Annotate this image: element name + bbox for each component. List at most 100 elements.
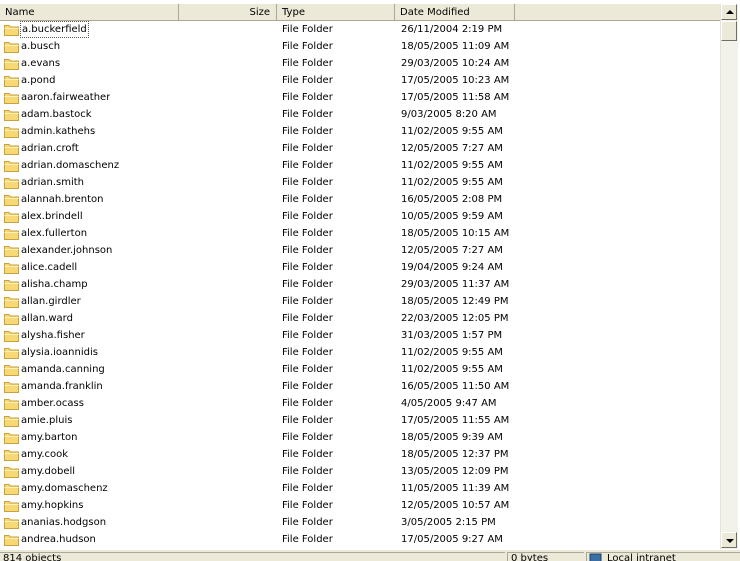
folder-icon (4, 59, 19, 70)
folder-icon (4, 93, 19, 104)
file-row[interactable]: alannah.brenton File Folder 16/05/2005 2:0… (0, 191, 720, 208)
file-type: File Folder (282, 296, 333, 307)
file-type: File Folder (282, 517, 333, 528)
folder-icon (4, 365, 19, 376)
file-name: alannah.brenton (21, 194, 104, 205)
file-row[interactable]: alysha.fisher File Folder 31/03/2005 1:57 … (0, 327, 720, 344)
file-row[interactable]: alexander.johnson File Folder 12/05/2005 7… (0, 242, 720, 259)
folder-icon (4, 484, 19, 495)
file-date-modified: 11/05/2005 11:39 AM (401, 483, 510, 494)
scroll-thumb[interactable] (721, 21, 737, 41)
column-date-modified[interactable]: Date Modified (395, 4, 515, 21)
file-row[interactable]: adrian.domaschenz File Folder 11/02/2005 9… (0, 157, 720, 174)
file-type: File Folder (282, 279, 333, 290)
folder-icon (4, 331, 19, 342)
column-type[interactable]: Type (277, 4, 395, 21)
file-type: File Folder (282, 109, 333, 120)
folder-icon (4, 467, 19, 478)
file-row[interactable]: alex.brindell File Folder 10/05/2005 9:59 … (0, 208, 720, 225)
file-name: amy.barton (21, 432, 78, 443)
file-name: adrian.smith (21, 177, 84, 188)
folder-icon (4, 501, 19, 512)
file-row[interactable]: alisha.champ File Folder 29/03/2005 11:37 … (0, 276, 720, 293)
file-name: allan.ward (21, 313, 73, 324)
file-type: File Folder (282, 432, 333, 443)
file-date-modified: 4/05/2005 9:47 AM (401, 398, 497, 409)
file-row[interactable]: amy.hopkins File Folder 12/05/2005 10:57 A… (0, 497, 720, 514)
file-row[interactable]: amanda.canning File Folder 11/02/2005 9:55… (0, 361, 720, 378)
file-name: a.buckerfield (20, 21, 89, 38)
file-name: adrian.domaschenz (21, 160, 120, 171)
file-row[interactable]: amy.dobell File Folder 13/05/2005 12:09 PM (0, 463, 720, 480)
folder-icon (4, 518, 19, 529)
file-row[interactable]: a.pond File Folder 17/05/2005 10:23 AM (0, 72, 720, 89)
file-type: File Folder (282, 75, 333, 86)
file-row[interactable]: aaron.fairweather File Folder 17/05/2005 1… (0, 89, 720, 106)
file-name: andrea.hudson (21, 534, 96, 545)
file-row[interactable]: alice.cadell File Folder 19/04/2005 9:24 A… (0, 259, 720, 276)
status-size: 0 bytes (507, 552, 584, 561)
file-type: File Folder (282, 24, 333, 35)
file-row[interactable]: amanda.franklin File Folder 16/05/2005 11:… (0, 378, 720, 395)
file-name: amanda.canning (21, 364, 105, 375)
arrow-down-icon (726, 539, 734, 543)
file-date-modified: 12/05/2005 7:27 AM (401, 143, 503, 154)
file-date-modified: 9/03/2005 8:20 AM (401, 109, 497, 120)
file-date-modified: 31/03/2005 1:57 PM (401, 330, 503, 341)
file-name: amber.ocass (21, 398, 84, 409)
file-row[interactable]: alex.fullerton File Folder 18/05/2005 10:1… (0, 225, 720, 242)
file-row[interactable]: allan.ward File Folder 22/03/2005 12:05 PM (0, 310, 720, 327)
file-date-modified: 29/03/2005 10:24 AM (401, 58, 510, 69)
file-row[interactable]: a.buckerfield File Folder 26/11/2004 2:19 … (0, 21, 720, 38)
intranet-icon (589, 553, 602, 561)
folder-icon (4, 246, 19, 257)
column-header: Name Size Type Date Modified (0, 4, 720, 21)
folder-icon (4, 535, 19, 546)
file-row[interactable]: amy.domaschenz File Folder 11/05/2005 11:3… (0, 480, 720, 497)
file-name: adam.bastock (21, 109, 92, 120)
folder-icon (4, 110, 19, 121)
file-row[interactable]: adam.bastock File Folder 9/03/2005 8:20 AM (0, 106, 720, 123)
file-row[interactable]: adrian.smith File Folder 11/02/2005 9:55 A… (0, 174, 720, 191)
file-date-modified: 11/02/2005 9:55 AM (401, 126, 503, 137)
file-row[interactable]: a.busch File Folder 18/05/2005 11:09 AM (0, 38, 720, 55)
file-name: alysha.fisher (21, 330, 85, 341)
file-name: amanda.franklin (21, 381, 103, 392)
file-row[interactable]: andrea.hudson File Folder 17/05/2005 9:27 … (0, 531, 720, 548)
file-date-modified: 18/05/2005 10:15 AM (401, 228, 510, 239)
folder-icon (4, 433, 19, 444)
file-name: amy.cook (21, 449, 69, 460)
file-row[interactable]: allan.girdler File Folder 18/05/2005 12:49… (0, 293, 720, 310)
file-row[interactable]: alysia.ioannidis File Folder 11/02/2005 9:… (0, 344, 720, 361)
file-date-modified: 12/05/2005 10:57 AM (401, 500, 510, 511)
file-row[interactable]: adrian.croft File Folder 12/05/2005 7:27 A… (0, 140, 720, 157)
file-type: File Folder (282, 500, 333, 511)
column-size[interactable]: Size (179, 4, 277, 21)
file-name: alexander.johnson (21, 245, 113, 256)
file-type: File Folder (282, 58, 333, 69)
file-row[interactable]: amber.ocass File Folder 4/05/2005 9:47 AM (0, 395, 720, 412)
folder-icon (4, 416, 19, 427)
column-name[interactable]: Name (0, 4, 179, 21)
file-name: amy.dobell (21, 466, 76, 477)
folder-icon (4, 76, 19, 87)
file-name: alysia.ioannidis (21, 347, 98, 358)
file-row[interactable]: amy.cook File Folder 18/05/2005 12:37 PM (0, 446, 720, 463)
scroll-up-button[interactable] (721, 4, 737, 20)
file-row[interactable]: amy.barton File Folder 18/05/2005 9:39 AM (0, 429, 720, 446)
file-name: amy.domaschenz (21, 483, 108, 494)
file-type: File Folder (282, 126, 333, 137)
file-date-modified: 10/05/2005 9:59 AM (401, 211, 503, 222)
file-row[interactable]: ananias.hodgson File Folder 3/05/2005 2:15… (0, 514, 720, 531)
file-name: alisha.champ (21, 279, 88, 290)
file-row[interactable]: a.evans File Folder 29/03/2005 10:24 AM (0, 55, 720, 72)
file-list: a.buckerfield File Folder 26/11/2004 2:19 … (0, 21, 720, 549)
file-row[interactable]: amie.pluis File Folder 17/05/2005 11:55 AM (0, 412, 720, 429)
scroll-down-button[interactable] (721, 532, 737, 548)
folder-icon (4, 229, 19, 240)
file-row[interactable]: admin.kathehs File Folder 11/02/2005 9:55 … (0, 123, 720, 140)
vertical-scrollbar[interactable] (720, 4, 738, 549)
folder-icon (4, 212, 19, 223)
folder-icon (4, 450, 19, 461)
folder-icon (4, 144, 19, 155)
